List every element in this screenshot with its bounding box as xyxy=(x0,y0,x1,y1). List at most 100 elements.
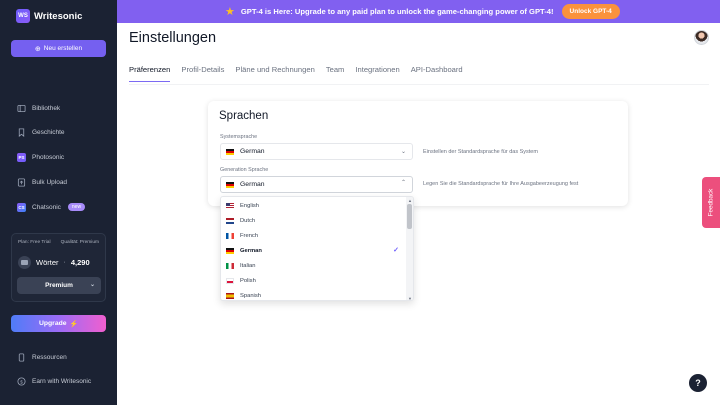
tab-api-dashboard[interactable]: API-Dashboard xyxy=(411,65,463,82)
words-label: Wörter xyxy=(36,258,59,267)
feedback-tab[interactable]: Feedback xyxy=(702,177,720,228)
system-language-value: German xyxy=(240,148,265,155)
germany-flag-icon xyxy=(226,181,234,188)
app-root: WS Writesonic ⊕ Neu erstellen Bibliothek… xyxy=(0,0,720,405)
option-label: Polish xyxy=(240,277,256,284)
germany-flag-icon xyxy=(226,247,234,254)
option-label: English xyxy=(240,202,260,209)
dollar-icon: $ xyxy=(17,376,26,386)
sidebar-item-history[interactable]: Geschichte xyxy=(17,126,112,138)
sidebar-item-label: Geschichte xyxy=(32,128,65,136)
language-option-spanish[interactable]: Spanish xyxy=(221,288,407,300)
plan-label: Plan: Free Trial xyxy=(18,240,51,245)
language-dropdown[interactable]: English Dutch French German ✓ Italian Po… xyxy=(220,196,414,301)
sidebar: WS Writesonic ⊕ Neu erstellen Bibliothek… xyxy=(0,0,117,405)
languages-card: Sprachen Systemsprache German ⌄ Einstell… xyxy=(208,101,628,206)
chevron-down-icon: ⌄ xyxy=(400,149,406,155)
scrollbar-thumb[interactable] xyxy=(407,204,412,229)
netherlands-flag-icon xyxy=(226,217,234,224)
check-icon: ✓ xyxy=(393,247,399,254)
bookmark-icon xyxy=(17,127,26,137)
sidebar-item-earn[interactable]: $ Earn with Writesonic xyxy=(17,375,112,387)
sidebar-item-label: Bulk Upload xyxy=(32,178,68,186)
option-label: Spanish xyxy=(240,292,261,299)
page-title: Einstellungen xyxy=(129,30,217,46)
scroll-up-icon[interactable]: ▲ xyxy=(408,198,412,203)
tab-integrations[interactable]: Integrationen xyxy=(355,65,399,82)
poland-flag-icon xyxy=(226,277,234,284)
phone-icon xyxy=(17,352,26,362)
system-language-select[interactable]: German ⌄ xyxy=(220,143,413,160)
quality-label: Qualität: Premium xyxy=(60,240,99,245)
tab-plans-billing[interactable]: Pläne und Rechnungen xyxy=(235,65,314,82)
new-create-button[interactable]: ⊕ Neu erstellen xyxy=(11,40,106,57)
option-label: French xyxy=(240,232,259,239)
generation-language-help: Legen Sie die Standardsprache für Ihre A… xyxy=(423,181,579,187)
language-option-polish[interactable]: Polish xyxy=(221,273,407,288)
generation-language-select[interactable]: German ⌃ xyxy=(220,176,413,193)
sidebar-item-library[interactable]: Bibliothek xyxy=(17,102,112,114)
sidebar-item-resources[interactable]: Ressourcen xyxy=(17,351,112,363)
languages-title: Sprachen xyxy=(219,110,269,122)
sidebar-item-label: Bibliothek xyxy=(32,104,61,112)
upload-icon xyxy=(17,177,26,187)
plan-card: Plan: Free Trial Qualität: Premium Wörte… xyxy=(11,233,106,302)
france-flag-icon xyxy=(226,232,234,239)
settings-tabs: Präferenzen Profil-Details Pläne und Rec… xyxy=(129,65,463,82)
quality-select[interactable]: Premium ⌄ xyxy=(17,277,101,294)
separator-dot: · xyxy=(63,259,66,266)
sidebar-item-label: Photosonic xyxy=(32,153,65,161)
language-option-italian[interactable]: Italian xyxy=(221,258,407,273)
us-flag-icon xyxy=(226,202,234,209)
language-option-french[interactable]: French xyxy=(221,228,407,243)
question-icon: ? xyxy=(695,378,701,388)
dropdown-scrollbar[interactable]: ▲ ▼ xyxy=(406,197,413,300)
chevron-up-icon: ⌃ xyxy=(400,180,406,186)
generation-language-label: Generation Sprache xyxy=(220,167,269,173)
svg-text:$: $ xyxy=(20,379,23,385)
spain-flag-icon xyxy=(226,292,234,299)
upgrade-button[interactable]: Upgrade ⚡ xyxy=(11,315,106,332)
words-icon xyxy=(18,256,31,269)
app-name: Writesonic xyxy=(34,10,83,22)
sidebar-item-chatsonic[interactable]: CS Chatsonic new xyxy=(17,201,112,213)
promo-banner: ★ GPT-4 is Here: Upgrade to any paid pla… xyxy=(117,0,720,23)
unlock-gpt4-button[interactable]: Unlock GPT-4 xyxy=(561,4,620,19)
language-option-german[interactable]: German ✓ xyxy=(221,243,407,258)
language-option-dutch[interactable]: Dutch xyxy=(221,213,407,228)
option-label: Italian xyxy=(240,262,256,269)
logo[interactable]: WS Writesonic xyxy=(16,9,82,23)
generation-language-value: German xyxy=(240,181,265,188)
photosonic-icon: PS xyxy=(17,152,26,162)
chevron-down-icon: ⌄ xyxy=(89,282,95,288)
star-icon: ★ xyxy=(225,6,235,18)
library-icon xyxy=(17,104,26,113)
user-avatar[interactable] xyxy=(694,30,709,45)
sidebar-item-label: Chatsonic xyxy=(32,203,61,211)
tab-preferences[interactable]: Präferenzen xyxy=(129,65,171,82)
option-label: German xyxy=(240,247,262,254)
sidebar-item-label: Earn with Writesonic xyxy=(32,377,92,385)
words-counter: Wörter · 4,290 xyxy=(18,256,90,269)
new-badge: new xyxy=(67,203,86,211)
chatsonic-icon: CS xyxy=(17,202,26,212)
words-count: 4,290 xyxy=(70,258,90,267)
option-label: Dutch xyxy=(240,217,256,224)
system-language-label: Systemsprache xyxy=(220,134,258,140)
help-button[interactable]: ? xyxy=(689,374,707,392)
new-create-label: Neu erstellen xyxy=(43,45,83,52)
italy-flag-icon xyxy=(226,262,234,269)
sidebar-item-photosonic[interactable]: PS Photosonic xyxy=(17,151,112,163)
plan-info-row: Plan: Free Trial Qualität: Premium xyxy=(18,240,99,245)
writesonic-logo-icon: WS xyxy=(16,9,30,23)
tab-profile-details[interactable]: Profil-Details xyxy=(181,65,224,82)
sidebar-item-label: Ressourcen xyxy=(32,353,67,361)
feedback-label: Feedback xyxy=(707,188,715,217)
language-option-english[interactable]: English xyxy=(221,198,407,213)
tab-team[interactable]: Team xyxy=(326,65,345,82)
scroll-down-icon[interactable]: ▼ xyxy=(408,296,412,300)
upgrade-label: Upgrade xyxy=(38,320,67,327)
sidebar-item-bulk-upload[interactable]: Bulk Upload xyxy=(17,176,112,188)
system-language-help: Einstellen der Standardsprache für das S… xyxy=(423,149,538,155)
quality-select-value: Premium xyxy=(45,282,73,289)
